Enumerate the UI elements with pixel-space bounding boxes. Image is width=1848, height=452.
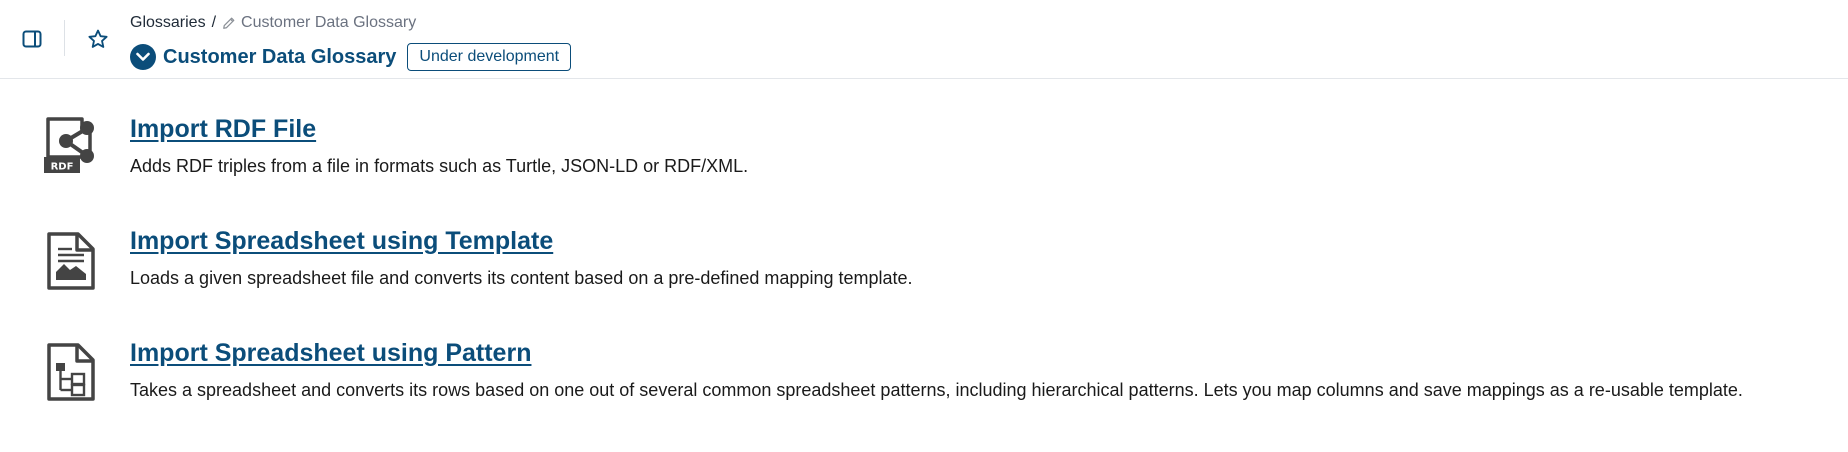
import-rdf-file-link[interactable]: Import RDF File [130,115,316,144]
chevron-down-circle-icon [136,52,150,61]
status-badge: Under development [407,43,572,71]
pencil-icon [222,16,236,30]
import-option-spreadsheet-pattern: Import Spreadsheet using Pattern Takes a… [0,339,1848,449]
star-outline-icon [88,29,108,48]
breadcrumb-current-label: Customer Data Glossary [241,14,417,31]
spreadsheet-chart-document-icon [40,230,102,292]
import-spreadsheet-pattern-description: Takes a spreadsheet and converts its row… [130,380,1743,400]
rdf-icon-label: RDF [51,162,74,173]
import-option-rdf: RDF Import RDF File Adds RDF triples fro… [0,115,1848,195]
breadcrumb-separator: / [211,14,217,31]
sidebar-panel-icon [22,30,42,48]
title-collapse-toggle[interactable] [130,44,156,70]
title-row: Customer Data Glossary Under development [130,42,572,72]
sidebar-toggle-button[interactable] [17,24,47,54]
import-spreadsheet-template-description: Loads a given spreadsheet file and conve… [130,268,913,288]
import-option-spreadsheet-template: Import Spreadsheet using Template Loads … [0,227,1848,307]
favorite-button[interactable] [83,24,113,54]
page-header: Glossaries / Customer Data Glossary Cust… [0,0,1848,79]
import-rdf-file-description: Adds RDF triples from a file in formats … [130,156,749,176]
breadcrumb-glossaries-link[interactable]: Glossaries [130,14,206,32]
rdf-share-icon: RDF [40,115,102,177]
page-title: Customer Data Glossary [163,45,397,68]
header-divider [64,20,65,56]
breadcrumb: Glossaries / Customer Data Glossary [130,12,416,34]
breadcrumb-current: Customer Data Glossary [222,14,416,32]
import-spreadsheet-pattern-link[interactable]: Import Spreadsheet using Pattern [130,339,531,368]
import-spreadsheet-template-link[interactable]: Import Spreadsheet using Template [130,227,553,256]
spreadsheet-hierarchy-document-icon [40,341,102,403]
